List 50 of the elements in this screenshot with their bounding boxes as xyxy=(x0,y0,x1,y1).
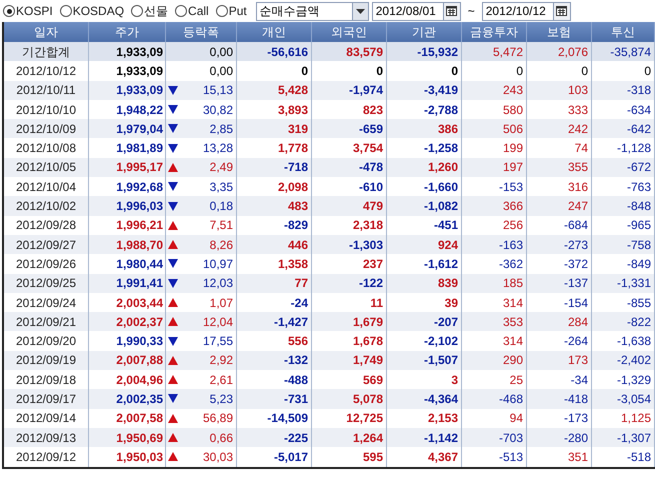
table-cell-text: 15,13 xyxy=(202,82,233,100)
radio-label[interactable]: Call xyxy=(188,5,209,17)
table-cell-text: 30,82 xyxy=(202,102,233,119)
radio-button[interactable] xyxy=(216,5,228,17)
table-cell-text: 1,07 xyxy=(210,294,233,312)
table-cell: 595 xyxy=(312,447,387,467)
table-cell-text: 2,61 xyxy=(210,372,233,389)
table-cell: 1,950,03 xyxy=(89,447,166,467)
table-cell-text: 17,55 xyxy=(202,333,233,350)
dropdown-arrow-icon xyxy=(356,8,365,14)
table-cell-text: 2,49 xyxy=(210,159,233,176)
radio-label[interactable]: 선물 xyxy=(144,5,168,17)
measure-dropdown[interactable]: 순매수금액 xyxy=(256,2,369,20)
calendar-icon[interactable] xyxy=(446,6,458,16)
table-cell-text: 3,35 xyxy=(210,178,233,196)
table-cell: 351 xyxy=(527,447,592,467)
table-cell-text: 12,04 xyxy=(202,314,233,331)
table-cell-text: 0,18 xyxy=(210,198,233,216)
radio-label[interactable]: Put xyxy=(228,5,247,17)
table-cell: -513 xyxy=(462,447,527,467)
table-cell-text: 13,28 xyxy=(202,140,233,158)
table-cell: -518 xyxy=(592,447,655,467)
table-cell-text: 2,85 xyxy=(210,120,233,138)
table-cell: 4,367 xyxy=(387,447,462,467)
date-field[interactable]: 2012/10/12 xyxy=(482,2,571,20)
table-cell-text: 8,26 xyxy=(210,236,233,254)
radio-button[interactable] xyxy=(131,5,144,17)
table-cell: 2012/09/12 xyxy=(4,447,89,467)
table-cell-text: 2,92 xyxy=(210,352,233,370)
table-cell-text: 7,51 xyxy=(210,217,233,234)
down-triangle-icon xyxy=(168,394,178,404)
down-triangle-icon xyxy=(168,336,178,346)
table-cell: -5,017 xyxy=(237,447,312,467)
radio-button[interactable] xyxy=(175,5,188,17)
table-cell-text: 0,66 xyxy=(210,430,233,447)
radio-button[interactable] xyxy=(3,5,15,17)
date-field[interactable]: 2012/08/01 xyxy=(372,2,461,20)
range-separator: ~ xyxy=(466,3,476,20)
table-cell-text: 0,00 xyxy=(210,62,233,80)
table-cell-text: 30,03 xyxy=(202,448,233,466)
radio-label[interactable]: KOSPI xyxy=(16,5,53,17)
table-cell-text: 12,03 xyxy=(202,275,233,292)
radio-button[interactable] xyxy=(60,5,72,17)
table-cell-text: 56,89 xyxy=(202,410,233,428)
up-triangle-icon xyxy=(168,162,178,172)
radio-label[interactable]: KOSDAQ xyxy=(72,5,124,17)
calendar-icon[interactable] xyxy=(556,6,568,16)
table-cell-text: 10,97 xyxy=(202,256,233,273)
table-cell-text: 5,23 xyxy=(210,390,233,408)
table-cell-text: 0,00 xyxy=(210,44,233,61)
